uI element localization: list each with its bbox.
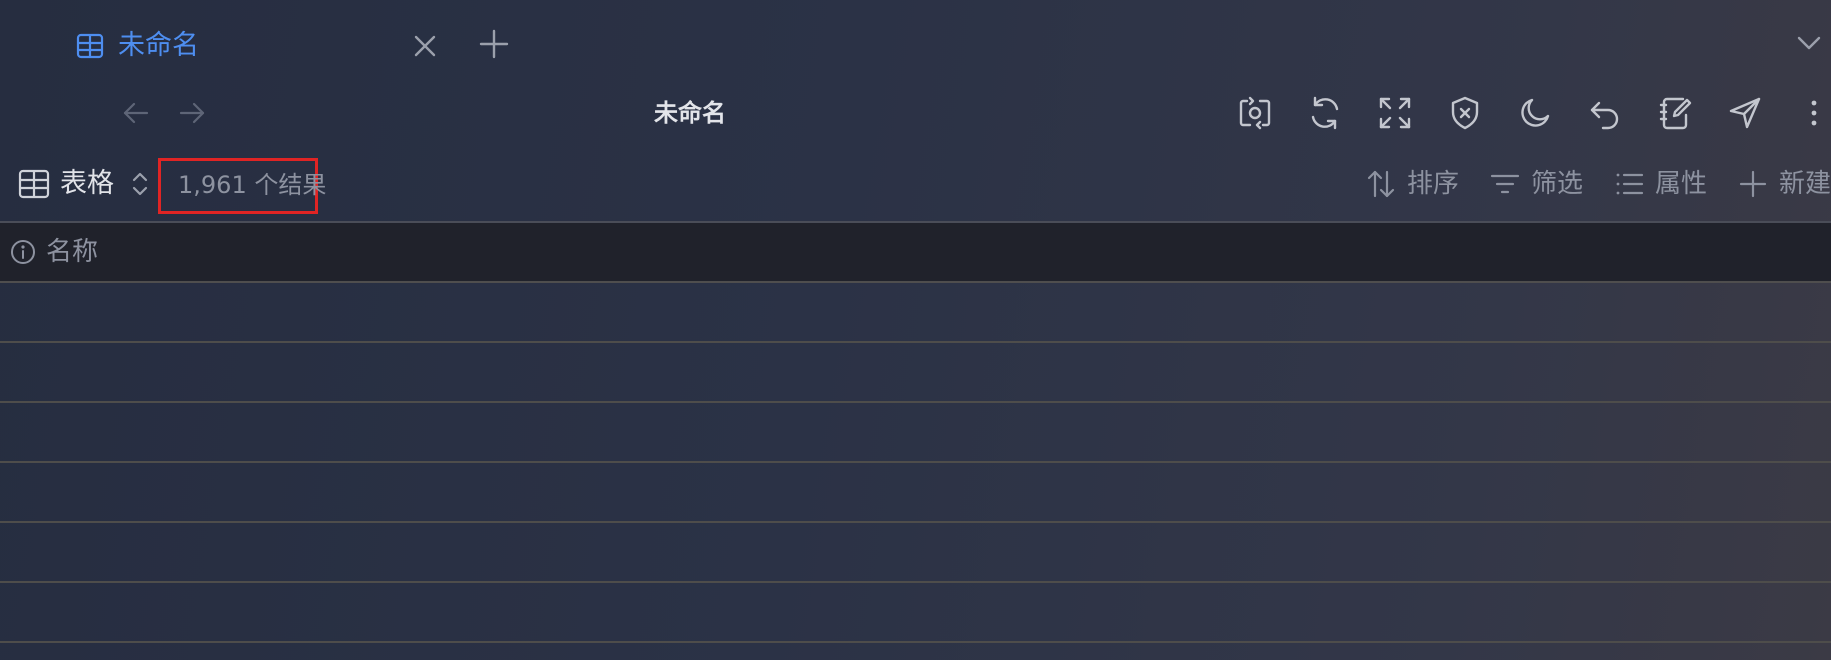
results-count: 1,961 个结果 (178, 171, 327, 199)
undo-icon[interactable] (1587, 95, 1623, 131)
more-vertical-icon[interactable] (1797, 95, 1827, 131)
switch-capture-icon[interactable] (1237, 95, 1273, 131)
close-icon[interactable] (410, 31, 440, 61)
fullscreen-icon[interactable] (1377, 95, 1413, 131)
properties-label: 属性 (1655, 169, 1708, 199)
tab-title: 未命名 (118, 30, 199, 61)
filter-label: 筛选 (1531, 169, 1584, 199)
view-switcher-label[interactable]: 表格 (60, 164, 114, 204)
sort-label: 排序 (1407, 169, 1460, 199)
table-row[interactable] (0, 461, 1831, 463)
info-icon (10, 239, 36, 265)
refresh-icon[interactable] (1307, 95, 1343, 131)
column-header-name[interactable]: 名称 (46, 232, 98, 272)
new-label: 新建 (1779, 169, 1831, 199)
send-icon[interactable] (1727, 95, 1763, 131)
new-tab-plus-icon[interactable] (476, 26, 512, 62)
table-row[interactable] (0, 401, 1831, 403)
column-header-row: 名称 (0, 223, 1831, 281)
new-button[interactable]: 新建 (1737, 164, 1831, 204)
tab-bar: 未命名 (0, 0, 1831, 92)
chevron-up-down-icon[interactable] (128, 170, 152, 198)
table-icon (76, 32, 104, 60)
plus-icon (1737, 168, 1769, 200)
notebook-edit-icon[interactable] (1657, 95, 1693, 131)
sort-arrows-icon (1365, 168, 1397, 200)
dark-mode-icon[interactable] (1517, 95, 1553, 131)
table-row[interactable] (0, 581, 1831, 583)
divider (0, 281, 1831, 283)
list-icon (1613, 168, 1645, 200)
table-row[interactable] (0, 521, 1831, 523)
back-arrow-icon[interactable] (120, 97, 152, 129)
table-row[interactable] (0, 641, 1831, 643)
filter-icon (1489, 168, 1521, 200)
forward-arrow-icon[interactable] (176, 97, 208, 129)
chevron-down-icon[interactable] (1794, 28, 1824, 58)
tab-untitled[interactable]: 未命名 (62, 18, 452, 74)
table-view-icon (18, 168, 50, 200)
page-title: 未命名 (654, 99, 726, 127)
table-row[interactable] (0, 341, 1831, 343)
shield-x-icon[interactable] (1447, 95, 1483, 131)
